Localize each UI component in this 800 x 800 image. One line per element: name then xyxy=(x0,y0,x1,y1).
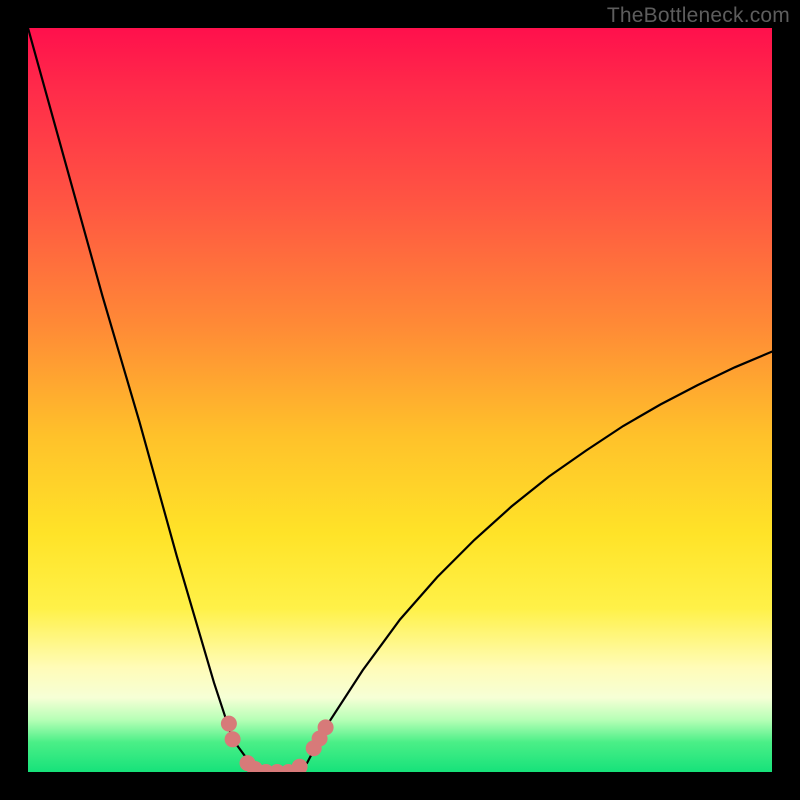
curve-marker xyxy=(280,764,296,772)
curve-marker xyxy=(318,719,334,735)
bottleneck-curve xyxy=(28,28,772,772)
curve-marker xyxy=(312,731,328,747)
curve-marker xyxy=(269,764,285,772)
chart-plot-area xyxy=(28,28,772,772)
curve-marker xyxy=(306,740,322,756)
curve-marker xyxy=(258,764,274,772)
curve-marker xyxy=(240,755,256,771)
curve-marker xyxy=(292,759,308,772)
watermark-text: TheBottleneck.com xyxy=(607,4,790,28)
chart-svg xyxy=(28,28,772,772)
curve-marker xyxy=(247,761,263,772)
curve-markers xyxy=(221,716,334,772)
curve-marker xyxy=(225,731,241,747)
curve-marker xyxy=(221,716,237,732)
chart-frame: TheBottleneck.com xyxy=(0,0,800,800)
